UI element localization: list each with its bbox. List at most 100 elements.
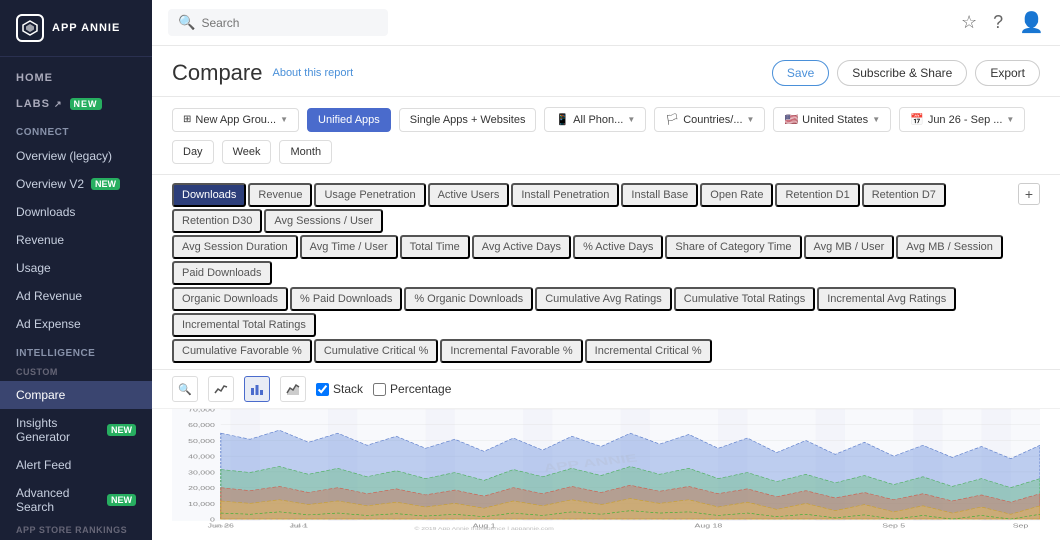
svg-text:⊙⊙⊙: ⊙⊙⊙ bbox=[212, 525, 229, 529]
filter-bar: ⊞ New App Grou... ▼ Unified Apps Single … bbox=[152, 97, 1060, 175]
day-filter[interactable]: Day bbox=[172, 140, 214, 164]
add-metric-button[interactable]: + bbox=[1018, 183, 1040, 205]
section-label-intelligence: INTELLIGENCE bbox=[0, 338, 152, 363]
flag-icon: 🏳 bbox=[665, 113, 679, 126]
line-chart-button[interactable] bbox=[208, 376, 234, 402]
country-filter[interactable]: 🇺🇸 United States ▼ bbox=[773, 107, 891, 132]
chart-container: 70,000 60,000 50,000 40,000 30,000 20,00… bbox=[172, 409, 1040, 530]
search-bar[interactable]: 🔍 bbox=[168, 9, 388, 36]
metric-share-category-time[interactable]: Share of Category Time bbox=[665, 235, 801, 259]
sidebar-item-alert-feed[interactable]: Alert Feed bbox=[0, 451, 152, 479]
metric-revenue[interactable]: Revenue bbox=[248, 183, 312, 207]
sidebar-item-overview-legacy[interactable]: Overview (legacy) bbox=[0, 142, 152, 170]
metrics-row-3: Organic Downloads % Paid Downloads % Org… bbox=[172, 287, 1018, 337]
metric-open-rate[interactable]: Open Rate bbox=[700, 183, 773, 207]
metric-cumulative-favorable[interactable]: Cumulative Favorable % bbox=[172, 339, 312, 363]
metric-downloads[interactable]: Downloads bbox=[172, 183, 246, 207]
dropdown-arrow: ▼ bbox=[747, 115, 755, 124]
metric-retention-d7[interactable]: Retention D7 bbox=[862, 183, 946, 207]
metric-avg-mb-user[interactable]: Avg MB / User bbox=[804, 235, 895, 259]
metric-avg-session-duration[interactable]: Avg Session Duration bbox=[172, 235, 298, 259]
metric-incremental-favorable[interactable]: Incremental Favorable % bbox=[440, 339, 582, 363]
metric-cumulative-total-ratings[interactable]: Cumulative Total Ratings bbox=[674, 287, 815, 311]
page-title: Compare bbox=[172, 60, 262, 86]
unified-apps-filter[interactable]: Unified Apps bbox=[307, 108, 391, 132]
metric-avg-time-user[interactable]: Avg Time / User bbox=[300, 235, 398, 259]
topbar-right: ☆ ? 👤 bbox=[961, 10, 1044, 35]
help-icon[interactable]: ? bbox=[993, 12, 1003, 33]
metric-install-penetration[interactable]: Install Penetration bbox=[511, 183, 619, 207]
percentage-checkbox[interactable] bbox=[373, 383, 386, 396]
sidebar-item-downloads[interactable]: Downloads bbox=[0, 198, 152, 226]
logo-text: APP ANNIE bbox=[52, 22, 120, 34]
svg-text:70,000: 70,000 bbox=[188, 409, 215, 413]
logo-icon bbox=[16, 14, 44, 42]
countries-filter[interactable]: 🏳 Countries/... ▼ bbox=[654, 107, 765, 132]
sidebar-item-ad-expense[interactable]: Ad Expense bbox=[0, 310, 152, 338]
bar-chart-button[interactable] bbox=[244, 376, 270, 402]
area-chart-button[interactable] bbox=[280, 376, 306, 402]
sidebar-item-revenue[interactable]: Revenue bbox=[0, 226, 152, 254]
metric-total-time[interactable]: Total Time bbox=[400, 235, 470, 259]
metric-incremental-critical[interactable]: Incremental Critical % bbox=[585, 339, 712, 363]
percentage-checkbox-label[interactable]: Percentage bbox=[373, 382, 451, 396]
dropdown-arrow: ▼ bbox=[1006, 115, 1014, 124]
section-label-connect: CONNECT bbox=[0, 117, 152, 142]
single-apps-filter[interactable]: Single Apps + Websites bbox=[399, 108, 537, 132]
star-icon[interactable]: ☆ bbox=[961, 12, 977, 33]
metric-pct-active-days[interactable]: % Active Days bbox=[573, 235, 663, 259]
sidebar-item-home[interactable]: HOME bbox=[0, 65, 152, 91]
week-filter[interactable]: Week bbox=[222, 140, 272, 164]
chart-area: 70,000 60,000 50,000 40,000 30,000 20,00… bbox=[152, 409, 1060, 540]
export-button[interactable]: Export bbox=[975, 60, 1040, 86]
topbar: 🔍 ☆ ? 👤 bbox=[152, 0, 1060, 46]
svg-text:© 2019 App Annie Intelligence: © 2019 App Annie Intelligence | appannie… bbox=[414, 526, 554, 530]
sidebar-item-advanced-search[interactable]: Advanced Search NEW bbox=[0, 479, 152, 521]
svg-text:40,000: 40,000 bbox=[188, 453, 215, 460]
sidebar-item-compare[interactable]: Compare bbox=[0, 381, 152, 409]
save-button[interactable]: Save bbox=[772, 60, 829, 86]
sidebar-logo: APP ANNIE bbox=[0, 0, 152, 57]
metric-install-base[interactable]: Install Base bbox=[621, 183, 698, 207]
metric-retention-d30[interactable]: Retention D30 bbox=[172, 209, 262, 233]
metrics-row-4: Cumulative Favorable % Cumulative Critic… bbox=[172, 339, 1018, 363]
sidebar-item-usage[interactable]: Usage bbox=[0, 254, 152, 282]
metrics-bar: Downloads Revenue Usage Penetration Acti… bbox=[152, 175, 1060, 370]
metric-pct-organic-downloads[interactable]: % Organic Downloads bbox=[404, 287, 533, 311]
metric-avg-mb-session[interactable]: Avg MB / Session bbox=[896, 235, 1003, 259]
metric-retention-d1[interactable]: Retention D1 bbox=[775, 183, 859, 207]
metrics-row-2: Avg Session Duration Avg Time / User Tot… bbox=[172, 235, 1018, 285]
metric-usage-penetration[interactable]: Usage Penetration bbox=[314, 183, 425, 207]
app-group-icon: ⊞ bbox=[183, 114, 191, 125]
dropdown-arrow: ▼ bbox=[280, 115, 288, 124]
sidebar-item-labs[interactable]: LABS ↗ NEW bbox=[0, 91, 152, 117]
about-link[interactable]: About this report bbox=[272, 67, 353, 79]
metric-avg-active-days[interactable]: Avg Active Days bbox=[472, 235, 571, 259]
metric-organic-downloads[interactable]: Organic Downloads bbox=[172, 287, 288, 311]
metric-paid-downloads[interactable]: Paid Downloads bbox=[172, 261, 272, 285]
zoom-button[interactable]: 🔍 bbox=[172, 376, 198, 402]
search-input[interactable] bbox=[201, 16, 378, 30]
stack-checkbox[interactable] bbox=[316, 383, 329, 396]
metric-incremental-avg-ratings[interactable]: Incremental Avg Ratings bbox=[817, 287, 956, 311]
phone-filter[interactable]: 📱 All Phon... ▼ bbox=[544, 107, 646, 132]
app-group-filter[interactable]: ⊞ New App Grou... ▼ bbox=[172, 108, 299, 132]
metric-cumulative-critical[interactable]: Cumulative Critical % bbox=[314, 339, 439, 363]
subscribe-share-button[interactable]: Subscribe & Share bbox=[837, 60, 967, 86]
metric-pct-paid-downloads[interactable]: % Paid Downloads bbox=[290, 287, 402, 311]
sidebar-item-insights-generator[interactable]: Insights Generator NEW bbox=[0, 409, 152, 451]
sidebar-item-overview-v2[interactable]: Overview V2 NEW bbox=[0, 170, 152, 198]
svg-text:Sep: Sep bbox=[1013, 522, 1029, 529]
month-filter[interactable]: Month bbox=[279, 140, 332, 164]
section-label-custom: CUSTOM bbox=[0, 363, 152, 381]
sidebar-item-ad-revenue[interactable]: Ad Revenue bbox=[0, 282, 152, 310]
metric-active-users[interactable]: Active Users bbox=[428, 183, 510, 207]
metric-incremental-total-ratings[interactable]: Incremental Total Ratings bbox=[172, 313, 316, 337]
sidebar-nav: HOME LABS ↗ NEW CONNECT Overview (legacy… bbox=[0, 57, 152, 540]
metric-avg-sessions[interactable]: Avg Sessions / User bbox=[264, 209, 383, 233]
metric-cumulative-avg-ratings[interactable]: Cumulative Avg Ratings bbox=[535, 287, 672, 311]
header-actions: Save Subscribe & Share Export bbox=[772, 60, 1040, 86]
date-range-filter[interactable]: 📅 Jun 26 - Sep ... ▼ bbox=[899, 107, 1025, 132]
user-icon[interactable]: 👤 bbox=[1019, 10, 1044, 35]
stack-checkbox-label[interactable]: Stack bbox=[316, 382, 363, 396]
